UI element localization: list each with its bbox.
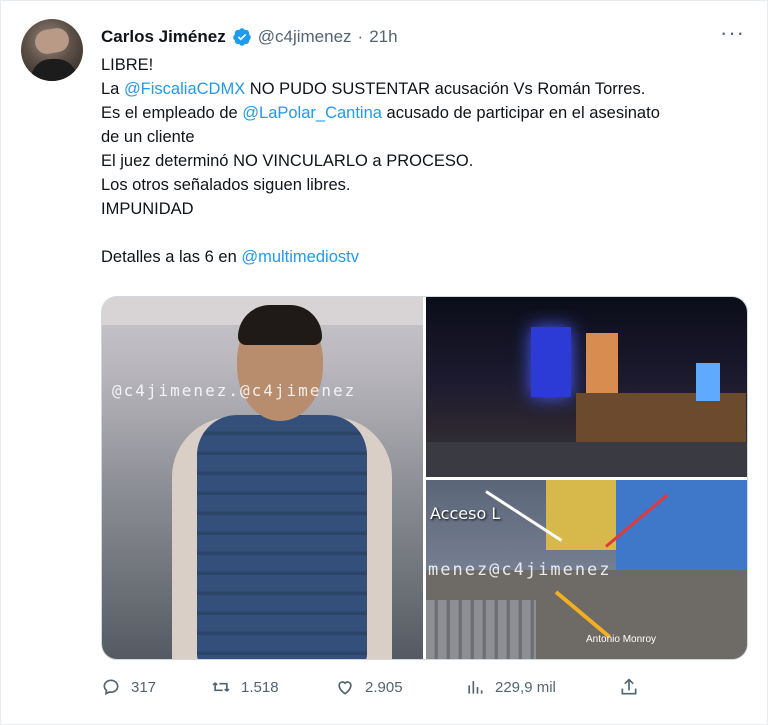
mention-link-fiscaliacdmx[interactable]: @FiscaliaCDMX xyxy=(124,80,245,98)
label-acceso: Acceso L xyxy=(430,504,501,523)
avatar-hand-shape xyxy=(33,26,71,56)
avatar[interactable] xyxy=(21,19,83,81)
share-icon xyxy=(621,678,637,695)
like-icon xyxy=(338,681,352,695)
watermark-text: @c4jimenez.@c4jimenez xyxy=(112,381,357,400)
views-button[interactable]: 229,9 mil xyxy=(465,677,556,697)
tweet-line-text: Es el empleado de xyxy=(101,104,243,122)
media-grid: @c4jimenez.@c4jimenez Acceso L menez@c4j… xyxy=(101,296,748,660)
tweet-line-text: Los otros señalados siguen libres. xyxy=(101,176,351,194)
tweet-line: Es el empleado de @LaPolar_Cantina acusa… xyxy=(101,101,751,125)
tweet-line-text: Detalles a las 6 en xyxy=(101,248,242,266)
avatar-shirt-shape xyxy=(31,59,77,81)
tweet-line-text: acusado de participar en el asesinato xyxy=(381,104,660,122)
tweet-text: LIBRE! La @FiscaliaCDMX NO PUDO SUSTENTA… xyxy=(101,53,751,269)
photo-street xyxy=(426,442,747,477)
label-victim: Antonio Monroy xyxy=(586,634,657,645)
tweet-line-text: LIBRE! xyxy=(101,56,154,74)
tweet-line: El juez determinó NO VINCULARLO a PROCES… xyxy=(101,149,751,173)
action-bar: 317 1.518 2.905 229,9 mil xyxy=(101,677,661,703)
retweet-icon xyxy=(212,682,230,692)
like-count: 2.905 xyxy=(365,678,403,696)
tweet-line-text: El juez determinó NO VINCULARLO a PROCES… xyxy=(101,152,474,170)
tweet-line: IMPUNIDAD xyxy=(101,197,751,221)
author-name[interactable]: Carlos Jiménez xyxy=(101,27,226,47)
reply-icon xyxy=(103,679,119,696)
media-photo-street[interactable] xyxy=(426,297,747,477)
retweet-count: 1.518 xyxy=(241,678,279,696)
tweet-line: Detalles a las 6 en @multimediostv xyxy=(101,245,751,269)
tweet-card[interactable]: Carlos Jiménez @c4jimenez · 21h ··· LIBR… xyxy=(0,0,768,725)
tweet-line: La @FiscaliaCDMX NO PUDO SUSTENTAR acusa… xyxy=(101,77,751,101)
verified-badge-icon xyxy=(232,28,251,46)
tweet-line: Los otros señalados siguen libres. xyxy=(101,173,751,197)
photo-stairs xyxy=(426,600,536,659)
reply-count: 317 xyxy=(131,678,157,696)
separator-dot: · xyxy=(357,27,364,46)
tweet-timestamp[interactable]: 21h xyxy=(369,27,397,47)
tweet-header: Carlos Jiménez @c4jimenez · 21h xyxy=(101,25,398,49)
more-icon[interactable]: ··· xyxy=(720,22,745,44)
mention-link-lapolar-cantina[interactable]: @LaPolar_Cantina xyxy=(242,104,382,122)
author-handle[interactable]: @c4jimenez xyxy=(258,27,352,47)
mention-link-multimediostv[interactable]: @multimediostv xyxy=(241,248,359,266)
tweet-line: LIBRE! xyxy=(101,53,751,77)
tweet-line-text: NO PUDO SUSTENTAR acusación Vs Román Tor… xyxy=(245,80,646,98)
analytics-icon xyxy=(468,681,483,694)
share-button[interactable] xyxy=(619,677,639,697)
reply-button[interactable]: 317 xyxy=(101,677,156,697)
photo-vest xyxy=(197,415,367,659)
views-count: 229,9 mil xyxy=(495,678,556,696)
tweet-line-text: IMPUNIDAD xyxy=(101,200,194,218)
tweet-line-text: La xyxy=(101,80,124,98)
media-photo-cctv[interactable]: Acceso L menez@c4jimenez Antonio Monroy xyxy=(426,480,747,659)
photo-screen xyxy=(696,363,720,401)
photo-hair xyxy=(238,305,322,345)
photo-neon-sign xyxy=(531,327,571,397)
watermark-text: menez@c4jimenez xyxy=(428,560,612,580)
tweet-line: de un cliente xyxy=(101,125,751,149)
media-photo-man[interactable]: @c4jimenez.@c4jimenez xyxy=(102,297,423,659)
tweet-line-text: de un cliente xyxy=(101,128,195,146)
photo-billboard xyxy=(586,333,618,393)
retweet-button[interactable]: 1.518 xyxy=(211,677,279,697)
photo-building xyxy=(576,393,746,443)
like-button[interactable]: 2.905 xyxy=(335,677,403,697)
